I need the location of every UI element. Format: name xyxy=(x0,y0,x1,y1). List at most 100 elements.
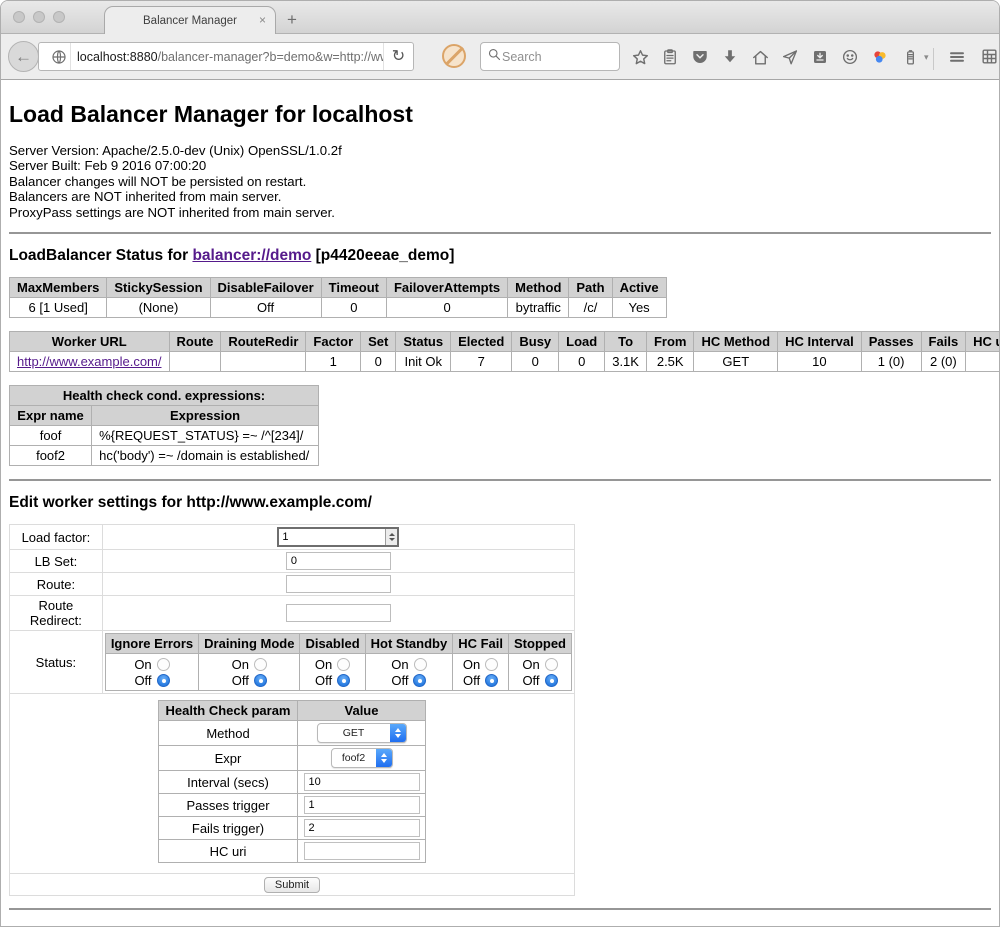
bookmarks-grid-icon[interactable] xyxy=(980,47,999,71)
lb-set-input[interactable] xyxy=(286,552,391,570)
load-factor-input[interactable] xyxy=(279,529,385,545)
status-disabled-on-radio[interactable] xyxy=(337,658,350,671)
new-tab-button[interactable]: + xyxy=(287,10,297,30)
blocked-content-icon[interactable] xyxy=(442,44,466,68)
back-button[interactable]: ← xyxy=(8,41,39,72)
balancer-header-row: MaxMembers StickySession DisableFailover… xyxy=(10,278,667,298)
server-info: Server Version: Apache/2.5.0-dev (Unix) … xyxy=(9,143,991,220)
balancer-status-table: MaxMembers StickySession DisableFailover… xyxy=(9,277,667,318)
on-label: On xyxy=(522,657,539,672)
status-stopped-on-radio[interactable] xyxy=(545,658,558,671)
route-redirect-input[interactable] xyxy=(286,604,391,622)
status-ignore-errors-on-radio[interactable] xyxy=(157,658,170,671)
hc-expr-select[interactable]: foof2 xyxy=(331,748,393,768)
route-redirect-row: Route Redirect: xyxy=(10,596,575,631)
status-draining-mode-on-radio[interactable] xyxy=(254,658,267,671)
status-label: Status: xyxy=(10,631,103,694)
reading-list-icon[interactable] xyxy=(660,47,680,67)
worker-url-link[interactable]: http://www.example.com/ xyxy=(17,354,162,369)
status-radio-table: Ignore Errors Draining Mode Disabled Hot… xyxy=(105,633,572,691)
menu-hamburger-icon[interactable] xyxy=(946,48,968,71)
off-label: Off xyxy=(134,673,151,688)
overflow-caret-icon[interactable]: ▾ xyxy=(924,52,929,63)
edit-worker-form: Load factor: LB Set: Route: Route Redire… xyxy=(9,524,575,896)
off-label: Off xyxy=(391,673,408,688)
window-zoom-button[interactable] xyxy=(53,11,65,23)
status-ignore-errors-off-radio[interactable] xyxy=(157,674,170,687)
col-active: Active xyxy=(612,278,666,298)
col-disabled: Disabled xyxy=(300,634,365,654)
search-input[interactable] xyxy=(502,50,613,64)
expr-table-title: Health check cond. expressions: xyxy=(10,386,319,406)
load-factor-label: Load factor: xyxy=(10,525,103,550)
battery-extension-icon[interactable] xyxy=(900,47,920,67)
load-factor-row: Load factor: xyxy=(10,525,575,550)
home-icon[interactable] xyxy=(750,47,770,67)
hc-fails-row: Fails trigger) xyxy=(159,817,426,840)
window-close-button[interactable] xyxy=(13,11,25,23)
status-hc-fail-on-radio[interactable] xyxy=(485,658,498,671)
menu-group xyxy=(933,47,999,71)
save-to-device-icon[interactable] xyxy=(810,47,830,67)
back-arrow-icon: ← xyxy=(15,47,32,67)
col-maxmembers: MaxMembers xyxy=(10,278,107,298)
balancer-demo-link[interactable]: balancer://demo xyxy=(192,247,311,264)
downloads-icon[interactable] xyxy=(720,47,740,67)
reload-button[interactable]: ↻ xyxy=(383,43,413,70)
status-disabled-off-radio[interactable] xyxy=(337,674,350,687)
tab-balancer-manager[interactable]: Balancer Manager × xyxy=(104,6,276,34)
number-spinner-icon[interactable] xyxy=(385,529,397,545)
hc-method-select[interactable]: GET xyxy=(317,723,407,743)
titlebar: Balancer Manager × + xyxy=(1,1,999,34)
server-built-line: Server Built: Feb 9 2016 07:00:20 xyxy=(9,158,991,173)
col-draining-mode: Draining Mode xyxy=(199,634,300,654)
hc-interval-input[interactable] xyxy=(304,773,420,791)
hc-interval-row: Interval (secs) xyxy=(159,771,426,794)
worker-data-row: http://www.example.com/ 1 0 Init Ok 7 0 … xyxy=(10,352,1000,372)
status-draining-mode-off-radio[interactable] xyxy=(254,674,267,687)
send-tab-icon[interactable] xyxy=(780,47,800,67)
col-value: Value xyxy=(298,701,426,721)
chat-smiley-icon[interactable] xyxy=(840,47,860,67)
col-method: Method xyxy=(508,278,569,298)
hc-passes-row: Passes trigger xyxy=(159,794,426,817)
color-theme-icon[interactable] xyxy=(870,47,890,67)
status-hot-standby-off-radio[interactable] xyxy=(413,674,426,687)
col-hc-fail: HC Fail xyxy=(453,634,509,654)
page-content: Load Balancer Manager for localhost Serv… xyxy=(1,101,999,910)
search-bar[interactable] xyxy=(480,42,620,71)
col-disablefailover: DisableFailover xyxy=(210,278,321,298)
edit-worker-heading: Edit worker settings for http://www.exam… xyxy=(9,494,991,512)
heading-suffix: [p4420eeae_demo] xyxy=(311,247,454,264)
lb-set-label: LB Set: xyxy=(10,550,103,573)
on-label: On xyxy=(134,657,151,672)
close-tab-icon[interactable]: × xyxy=(259,14,266,26)
col-stopped: Stopped xyxy=(509,634,572,654)
expr-row: foof %{REQUEST_STATUS} =~ /^[234]/ xyxy=(10,426,319,446)
window-minimize-button[interactable] xyxy=(33,11,45,23)
divider xyxy=(9,232,991,234)
route-input[interactable] xyxy=(286,575,391,593)
pocket-icon[interactable] xyxy=(690,47,710,67)
hc-method-row: Method GET xyxy=(159,721,426,746)
bookmark-star-icon[interactable] xyxy=(630,47,650,67)
balancer-data-row: 6 [1 Used] (None) Off 0 0 bytraffic /c/ … xyxy=(10,298,667,318)
submit-button[interactable]: Submit xyxy=(264,877,320,893)
url-bar[interactable]: localhost:8880/balancer-manager?b=demo&w… xyxy=(38,42,414,71)
url-path: /balancer-manager?b=demo&w=http://www.ex… xyxy=(158,50,383,64)
hc-uri-input[interactable] xyxy=(304,842,420,860)
on-label: On xyxy=(391,657,408,672)
proxypass-note-line: ProxyPass settings are NOT inherited fro… xyxy=(9,205,991,220)
status-hot-standby-on-radio[interactable] xyxy=(414,658,427,671)
health-check-table: Health Check param Value Method GET xyxy=(158,700,426,863)
hc-passes-input[interactable] xyxy=(304,796,420,814)
health-params-row: Health Check param Value Method GET xyxy=(10,694,575,874)
search-icon xyxy=(487,47,502,67)
inherit-note-line: Balancers are NOT inherited from main se… xyxy=(9,189,991,204)
status-row: Status: Ignore Errors Draining Mode Disa… xyxy=(10,631,575,694)
url-text[interactable]: localhost:8880/balancer-manager?b=demo&w… xyxy=(71,50,383,64)
status-stopped-off-radio[interactable] xyxy=(545,674,558,687)
route-label: Route: xyxy=(10,573,103,596)
status-hc-fail-off-radio[interactable] xyxy=(485,674,498,687)
hc-fails-input[interactable] xyxy=(304,819,420,837)
